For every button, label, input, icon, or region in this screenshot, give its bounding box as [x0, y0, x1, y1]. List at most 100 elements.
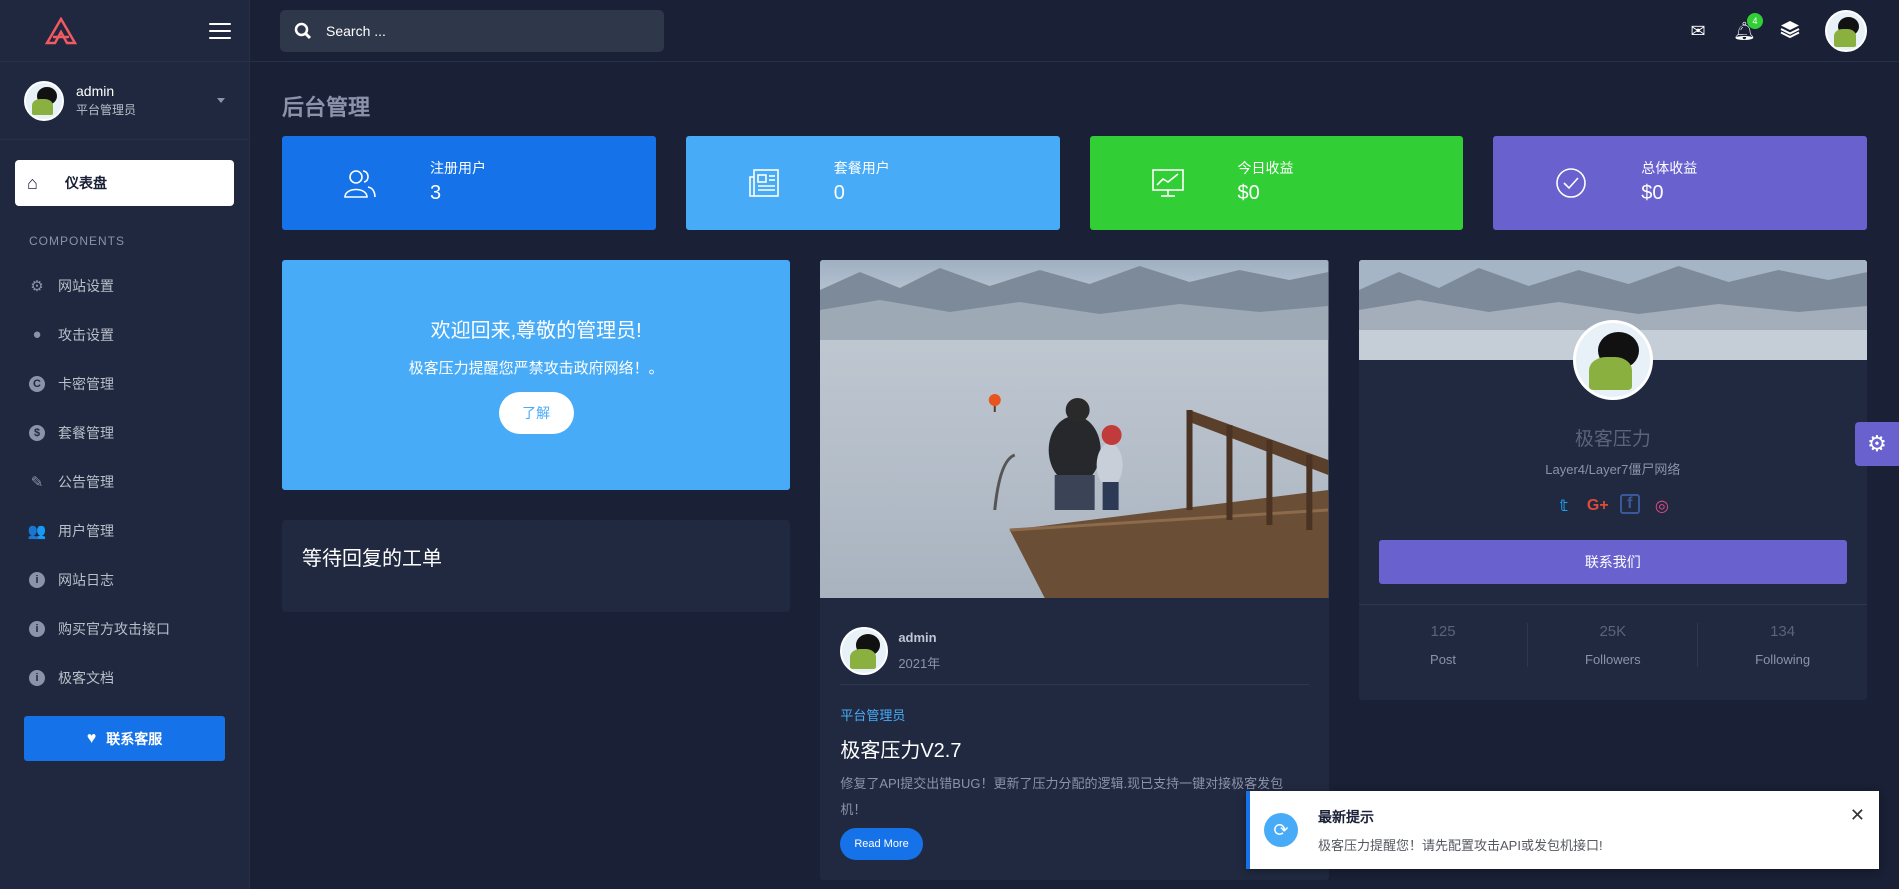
monitor-chart-icon [1150, 167, 1186, 199]
page-title: 后台管理 [282, 95, 371, 120]
sidebar-item-packages[interactable]: $ 套餐管理 [0, 408, 249, 457]
profile-stat: 125 Post [1359, 623, 1529, 667]
gears-icon: ⚙ [30, 277, 44, 295]
sidebar-item-buy-api[interactable]: i 购买官方攻击接口 [0, 604, 249, 653]
stat-label: 注册用户 [430, 160, 486, 176]
sidebar-item-site-settings[interactable]: ⚙ 网站设置 [0, 261, 249, 310]
profile-stat-label: Following [1755, 652, 1811, 667]
content-row: 欢迎回来,尊敬的管理员! 极客压力提醒您严禁攻击政府网络！。 了解 等待回复的工… [282, 260, 1867, 880]
users-outline-icon [342, 167, 378, 199]
sidebar-user[interactable]: admin 平台管理员 [0, 62, 249, 140]
notification-badge: 4 [1747, 12, 1763, 29]
stat-label: 今日收益 [1237, 160, 1294, 176]
logo-bar [0, 0, 249, 62]
sidebar-item-users[interactable]: 👥 用户管理 [0, 506, 249, 555]
google-plus-icon[interactable]: G+ [1586, 494, 1610, 518]
sidebar-item-label: 卡密管理 [58, 375, 114, 392]
envelope-icon[interactable]: ✉ [1687, 21, 1709, 42]
profile-stats: 125 Post 25K Followers 134 Following [1358, 604, 1867, 667]
blog-image [820, 260, 1329, 598]
contact-us-button[interactable]: 联系我们 [1378, 540, 1847, 584]
card-title: 等待回复的工单 [302, 548, 442, 570]
profile-stat-label: Followers [1585, 652, 1641, 667]
welcome-card: 欢迎回来,尊敬的管理员! 极客压力提醒您严禁攻击政府网络！。 了解 [282, 260, 791, 490]
profile-stat-value: 25K [1599, 623, 1627, 640]
sidebar-item-attack-settings[interactable]: ● 攻击设置 [0, 310, 249, 359]
bell-icon[interactable]: 🔔︎ 4 [1733, 12, 1763, 42]
search-icon[interactable] [294, 22, 312, 40]
profile-stat-label: Post [1430, 652, 1457, 667]
welcome-title: 欢迎回来,尊敬的管理员! [430, 320, 642, 342]
toast-text: 极客压力提醒您！请先配置攻击API或发包机接口! [1318, 837, 1603, 853]
top-avatar[interactable] [1825, 10, 1867, 52]
post-title: 极客压力V2.7 [840, 740, 962, 762]
social-links: 𝕥 G+ f ◎ [1359, 494, 1867, 518]
contact-support-button[interactable]: ♥ 联系客服 [24, 716, 225, 761]
stat-card-today-revenue[interactable]: 今日收益 $0 [1089, 136, 1464, 230]
post-category[interactable]: 平台管理员 [820, 685, 1328, 724]
learn-more-button[interactable]: 了解 [498, 392, 574, 434]
pending-tickets-card: 等待回复的工单 [282, 520, 791, 612]
twitter-icon[interactable]: 𝕥 [1552, 494, 1576, 518]
profile-stat-value: 134 [1770, 623, 1796, 640]
profile-avatar [1572, 320, 1653, 400]
pen-icon: ✎ [30, 473, 44, 491]
chevron-down-icon[interactable] [217, 98, 225, 103]
search-input[interactable] [326, 23, 646, 39]
section-label: COMPONENTS [29, 234, 126, 248]
stat-label: 总体收益 [1641, 160, 1698, 176]
user-name: admin [76, 82, 115, 99]
stat-card-registered-users[interactable]: 注册用户 3 [282, 136, 656, 230]
heart-icon: ♥ [86, 729, 97, 747]
sidebar-item-dashboard[interactable]: ⌂ 仪表盘 [15, 160, 234, 206]
sidebar-item-announcements[interactable]: ✎ 公告管理 [0, 457, 249, 506]
sidebar-item-label: 网站日志 [58, 571, 114, 588]
sidebar: admin 平台管理员 ⌂ 仪表盘 COMPONENTS ⚙ 网站设置 ● 攻击设置… [0, 0, 250, 889]
info-icon: i [26, 667, 48, 689]
toast-title: 最新提示 [1318, 808, 1374, 825]
sidebar-item-label: 网站设置 [58, 277, 114, 294]
close-icon[interactable]: ✕ [1850, 805, 1865, 826]
profile-stat: 134 Following [1698, 623, 1867, 667]
notification-toast: ⟳ 最新提示 极客压力提醒您！请先配置攻击API或发包机接口! ✕ [1246, 791, 1879, 869]
sidebar-item-label: 套餐管理 [58, 424, 114, 441]
read-more-button[interactable]: Read More [840, 828, 923, 860]
middle-column: admin 2021年 平台管理员 极客压力V2.7 修复了API提交出错BUG… [820, 260, 1329, 880]
stat-card-package-users[interactable]: 套餐用户 0 [685, 136, 1060, 230]
dribbble-icon[interactable]: ◎ [1650, 494, 1674, 518]
sidebar-item-card-keys[interactable]: C 卡密管理 [0, 359, 249, 408]
newspaper-icon [746, 167, 782, 199]
home-icon: ⌂ [27, 172, 38, 193]
stats-row: 注册用户 3 套餐用户 0 今日收益 $0 总体收益 $0 [282, 136, 1867, 230]
brand-logo[interactable] [45, 16, 77, 45]
settings-gear-icon[interactable]: ⚙ [1855, 422, 1899, 466]
sidebar-item-docs[interactable]: i 极客文档 [0, 653, 249, 702]
post-date: 2021年 [898, 656, 941, 671]
menu-toggle-icon[interactable] [209, 22, 231, 39]
sidebar-item-label: 用户管理 [58, 522, 114, 539]
users-icon: 👥 [27, 522, 47, 540]
avatar [24, 80, 64, 121]
sidebar-item-label: 攻击设置 [58, 326, 114, 343]
search-box[interactable] [280, 10, 664, 52]
copyright-icon: C [26, 373, 48, 395]
stat-value: $0 [1641, 182, 1664, 204]
author-name: admin [898, 630, 937, 645]
stat-card-total-revenue[interactable]: 总体收益 $0 [1493, 136, 1867, 230]
sidebar-item-label: 仪表盘 [65, 175, 107, 191]
facebook-icon[interactable]: f [1619, 494, 1640, 514]
user-role: 平台管理员 [76, 102, 137, 117]
sidebar-item-logs[interactable]: i 网站日志 [0, 555, 249, 604]
stat-value: 0 [833, 182, 845, 204]
main-content: 后台管理 注册用户 3 套餐用户 0 今日收益 $0 总体收益 $0 欢迎回来,… [282, 62, 1867, 880]
info-icon: i [26, 569, 48, 591]
sync-icon: ⟳ [1264, 813, 1298, 847]
blog-meta: admin 2021年 [840, 598, 1309, 685]
stat-value: 3 [430, 182, 442, 204]
contact-support-label: 联系客服 [106, 730, 163, 747]
info-icon: i [26, 618, 48, 640]
profile-stat: 25K Followers [1528, 623, 1699, 667]
layers-icon[interactable] [1779, 20, 1801, 43]
stat-label: 套餐用户 [833, 160, 890, 176]
right-column: 极客压力 Layer4/Layer7僵尸网络 𝕥 G+ f ◎ 联系我们 125… [1358, 260, 1867, 880]
